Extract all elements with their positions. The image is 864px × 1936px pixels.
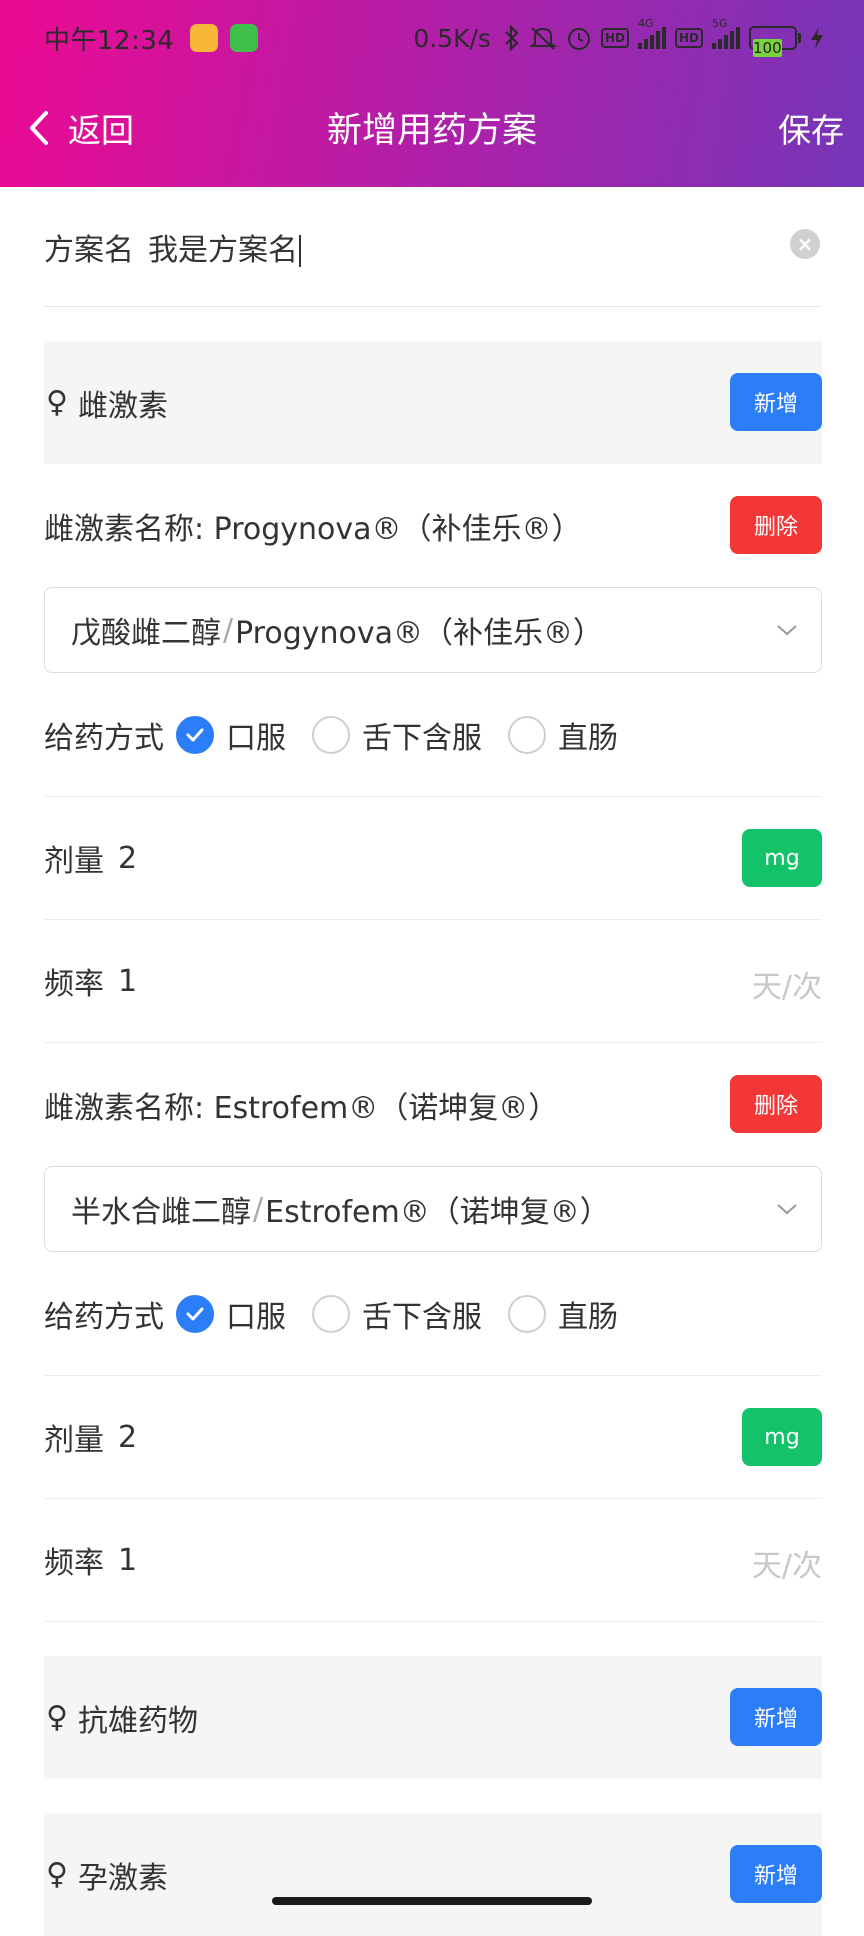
frequency-input[interactable]: 1 xyxy=(118,1543,137,1578)
signal-5g-icon: 5G xyxy=(712,17,740,49)
female-icon: ♀ xyxy=(46,1857,68,1892)
route-label: 给药方式 xyxy=(44,1299,164,1335)
checked-icon xyxy=(176,1294,214,1333)
drug-header: 雌激素名称: Progynova®（补佳乐®） 删除 xyxy=(44,464,822,587)
female-icon: ♀ xyxy=(46,1700,68,1735)
delete-drug-button[interactable]: 删除 xyxy=(730,1075,822,1133)
plan-name-label: 方案名 xyxy=(44,232,134,268)
section-estrogen: ♀ 雌激素 新增 xyxy=(44,341,822,464)
nav-bar: 返回 新增用药方案 保存 xyxy=(0,76,864,187)
section-progestin: ♀ 孕激素 新增 xyxy=(44,1813,822,1936)
radio-label: 直肠 xyxy=(558,1299,618,1335)
radio-rectal[interactable]: 直肠 xyxy=(508,713,618,757)
radio-label: 直肠 xyxy=(558,720,618,756)
status-bar: 中午12:34 0.5K/s HD 4G HD 5G 100 xyxy=(0,0,864,76)
status-indicators: 0.5K/s HD 4G HD 5G 100 xyxy=(413,17,824,57)
section-title: 雌激素 xyxy=(77,388,168,424)
dose-input[interactable]: 2 xyxy=(118,841,137,876)
radio-oral[interactable]: 口服 xyxy=(176,1292,286,1336)
radio-label: 口服 xyxy=(226,720,286,756)
select-brand-name: Progynova®（补佳乐®） xyxy=(235,616,604,651)
dose-unit-button[interactable]: mg xyxy=(742,829,822,887)
dose-input[interactable]: 2 xyxy=(118,1420,137,1455)
radio-sublingual[interactable]: 舌下含服 xyxy=(312,713,482,757)
dose-label: 剂量 xyxy=(44,1423,104,1458)
notification-app-icon xyxy=(230,24,259,52)
add-estrogen-button[interactable]: 新增 xyxy=(730,373,822,431)
route-row: 给药方式 口服 舌下含服 直肠 xyxy=(44,673,822,797)
chevron-down-icon xyxy=(777,625,797,636)
dose-unit-button[interactable]: mg xyxy=(742,1408,822,1466)
frequency-field[interactable]: 频率 1 天/次 xyxy=(44,1499,822,1622)
plan-name-input[interactable]: 我是方案名 xyxy=(148,225,301,269)
unchecked-icon xyxy=(508,715,546,754)
frequency-label: 频率 xyxy=(44,967,104,1002)
unchecked-icon xyxy=(508,1294,546,1333)
chevron-left-icon xyxy=(30,111,48,145)
delete-drug-button[interactable]: 删除 xyxy=(730,496,822,554)
unchecked-icon xyxy=(312,1294,350,1333)
header: 中午12:34 0.5K/s HD 4G HD 5G 100 返回 新增用药方案… xyxy=(0,0,864,187)
hd-icon: HD xyxy=(674,28,703,48)
frequency-input[interactable]: 1 xyxy=(118,964,137,999)
radio-label: 舌下含服 xyxy=(362,1299,482,1335)
clear-icon[interactable]: × xyxy=(790,229,820,259)
add-antiandrogen-button[interactable]: 新增 xyxy=(730,1688,822,1746)
frequency-unit: 天/次 xyxy=(751,970,822,1005)
hd-icon: HD xyxy=(600,28,629,48)
signal-4g-icon: 4G xyxy=(637,17,666,49)
chevron-down-icon xyxy=(777,1204,797,1215)
section-antiandrogen: ♀ 抗雄药物 新增 xyxy=(44,1656,822,1779)
charging-icon xyxy=(810,26,824,50)
route-row: 给药方式 口服 舌下含服 直肠 xyxy=(44,1252,822,1376)
add-progestin-button[interactable]: 新增 xyxy=(730,1845,822,1903)
drug-select[interactable]: 半水合雌二醇 / Estrofem®（诺坤复®） xyxy=(44,1166,822,1252)
dose-field[interactable]: 剂量 2 mg xyxy=(44,1376,822,1499)
bluetooth-icon xyxy=(504,25,520,51)
drug-name-label: 雌激素名称: Progynova®（补佳乐®） xyxy=(44,511,582,547)
frequency-label: 频率 xyxy=(44,1546,104,1581)
select-generic-name: 戊酸雌二醇 xyxy=(71,616,221,651)
dose-label: 剂量 xyxy=(44,844,104,879)
select-brand-name: Estrofem®（诺坤复®） xyxy=(265,1195,610,1230)
plan-name-field[interactable]: 方案名 我是方案名 × xyxy=(44,187,822,307)
network-speed: 0.5K/s xyxy=(413,23,491,53)
back-label: 返回 xyxy=(68,111,134,150)
radio-sublingual[interactable]: 舌下含服 xyxy=(312,1292,482,1336)
drug-select[interactable]: 戊酸雌二醇 / Progynova®（补佳乐®） xyxy=(44,587,822,673)
form: 方案名 我是方案名 × ♀ 雌激素 新增 雌激素名称: Progynova®（补… xyxy=(44,187,822,1936)
select-generic-name: 半水合雌二醇 xyxy=(71,1195,251,1230)
alarm-icon xyxy=(566,25,592,51)
mute-icon xyxy=(528,25,557,51)
checked-icon xyxy=(176,715,214,754)
home-indicator[interactable] xyxy=(272,1897,592,1905)
status-time: 中午12:34 xyxy=(44,25,175,56)
drug-header: 雌激素名称: Estrofem®（诺坤复®） 删除 xyxy=(44,1043,822,1166)
section-title: 孕激素 xyxy=(77,1860,168,1896)
radio-label: 口服 xyxy=(226,1299,286,1335)
unchecked-icon xyxy=(312,715,350,754)
radio-label: 舌下含服 xyxy=(362,720,482,756)
radio-rectal[interactable]: 直肠 xyxy=(508,1292,618,1336)
frequency-field[interactable]: 频率 1 天/次 xyxy=(44,920,822,1043)
frequency-unit: 天/次 xyxy=(751,1549,822,1584)
battery-icon: 100 xyxy=(749,26,801,57)
dose-field[interactable]: 剂量 2 mg xyxy=(44,797,822,920)
section-title: 抗雄药物 xyxy=(77,1703,198,1739)
radio-oral[interactable]: 口服 xyxy=(176,713,286,757)
female-icon: ♀ xyxy=(46,385,68,420)
back-button[interactable]: 返回 xyxy=(26,98,134,158)
drug-name-label: 雌激素名称: Estrofem®（诺坤复®） xyxy=(44,1090,559,1126)
notification-app-icon xyxy=(190,24,219,52)
save-button[interactable]: 保存 xyxy=(778,104,844,152)
route-label: 给药方式 xyxy=(44,720,164,756)
text-caret xyxy=(299,235,301,267)
